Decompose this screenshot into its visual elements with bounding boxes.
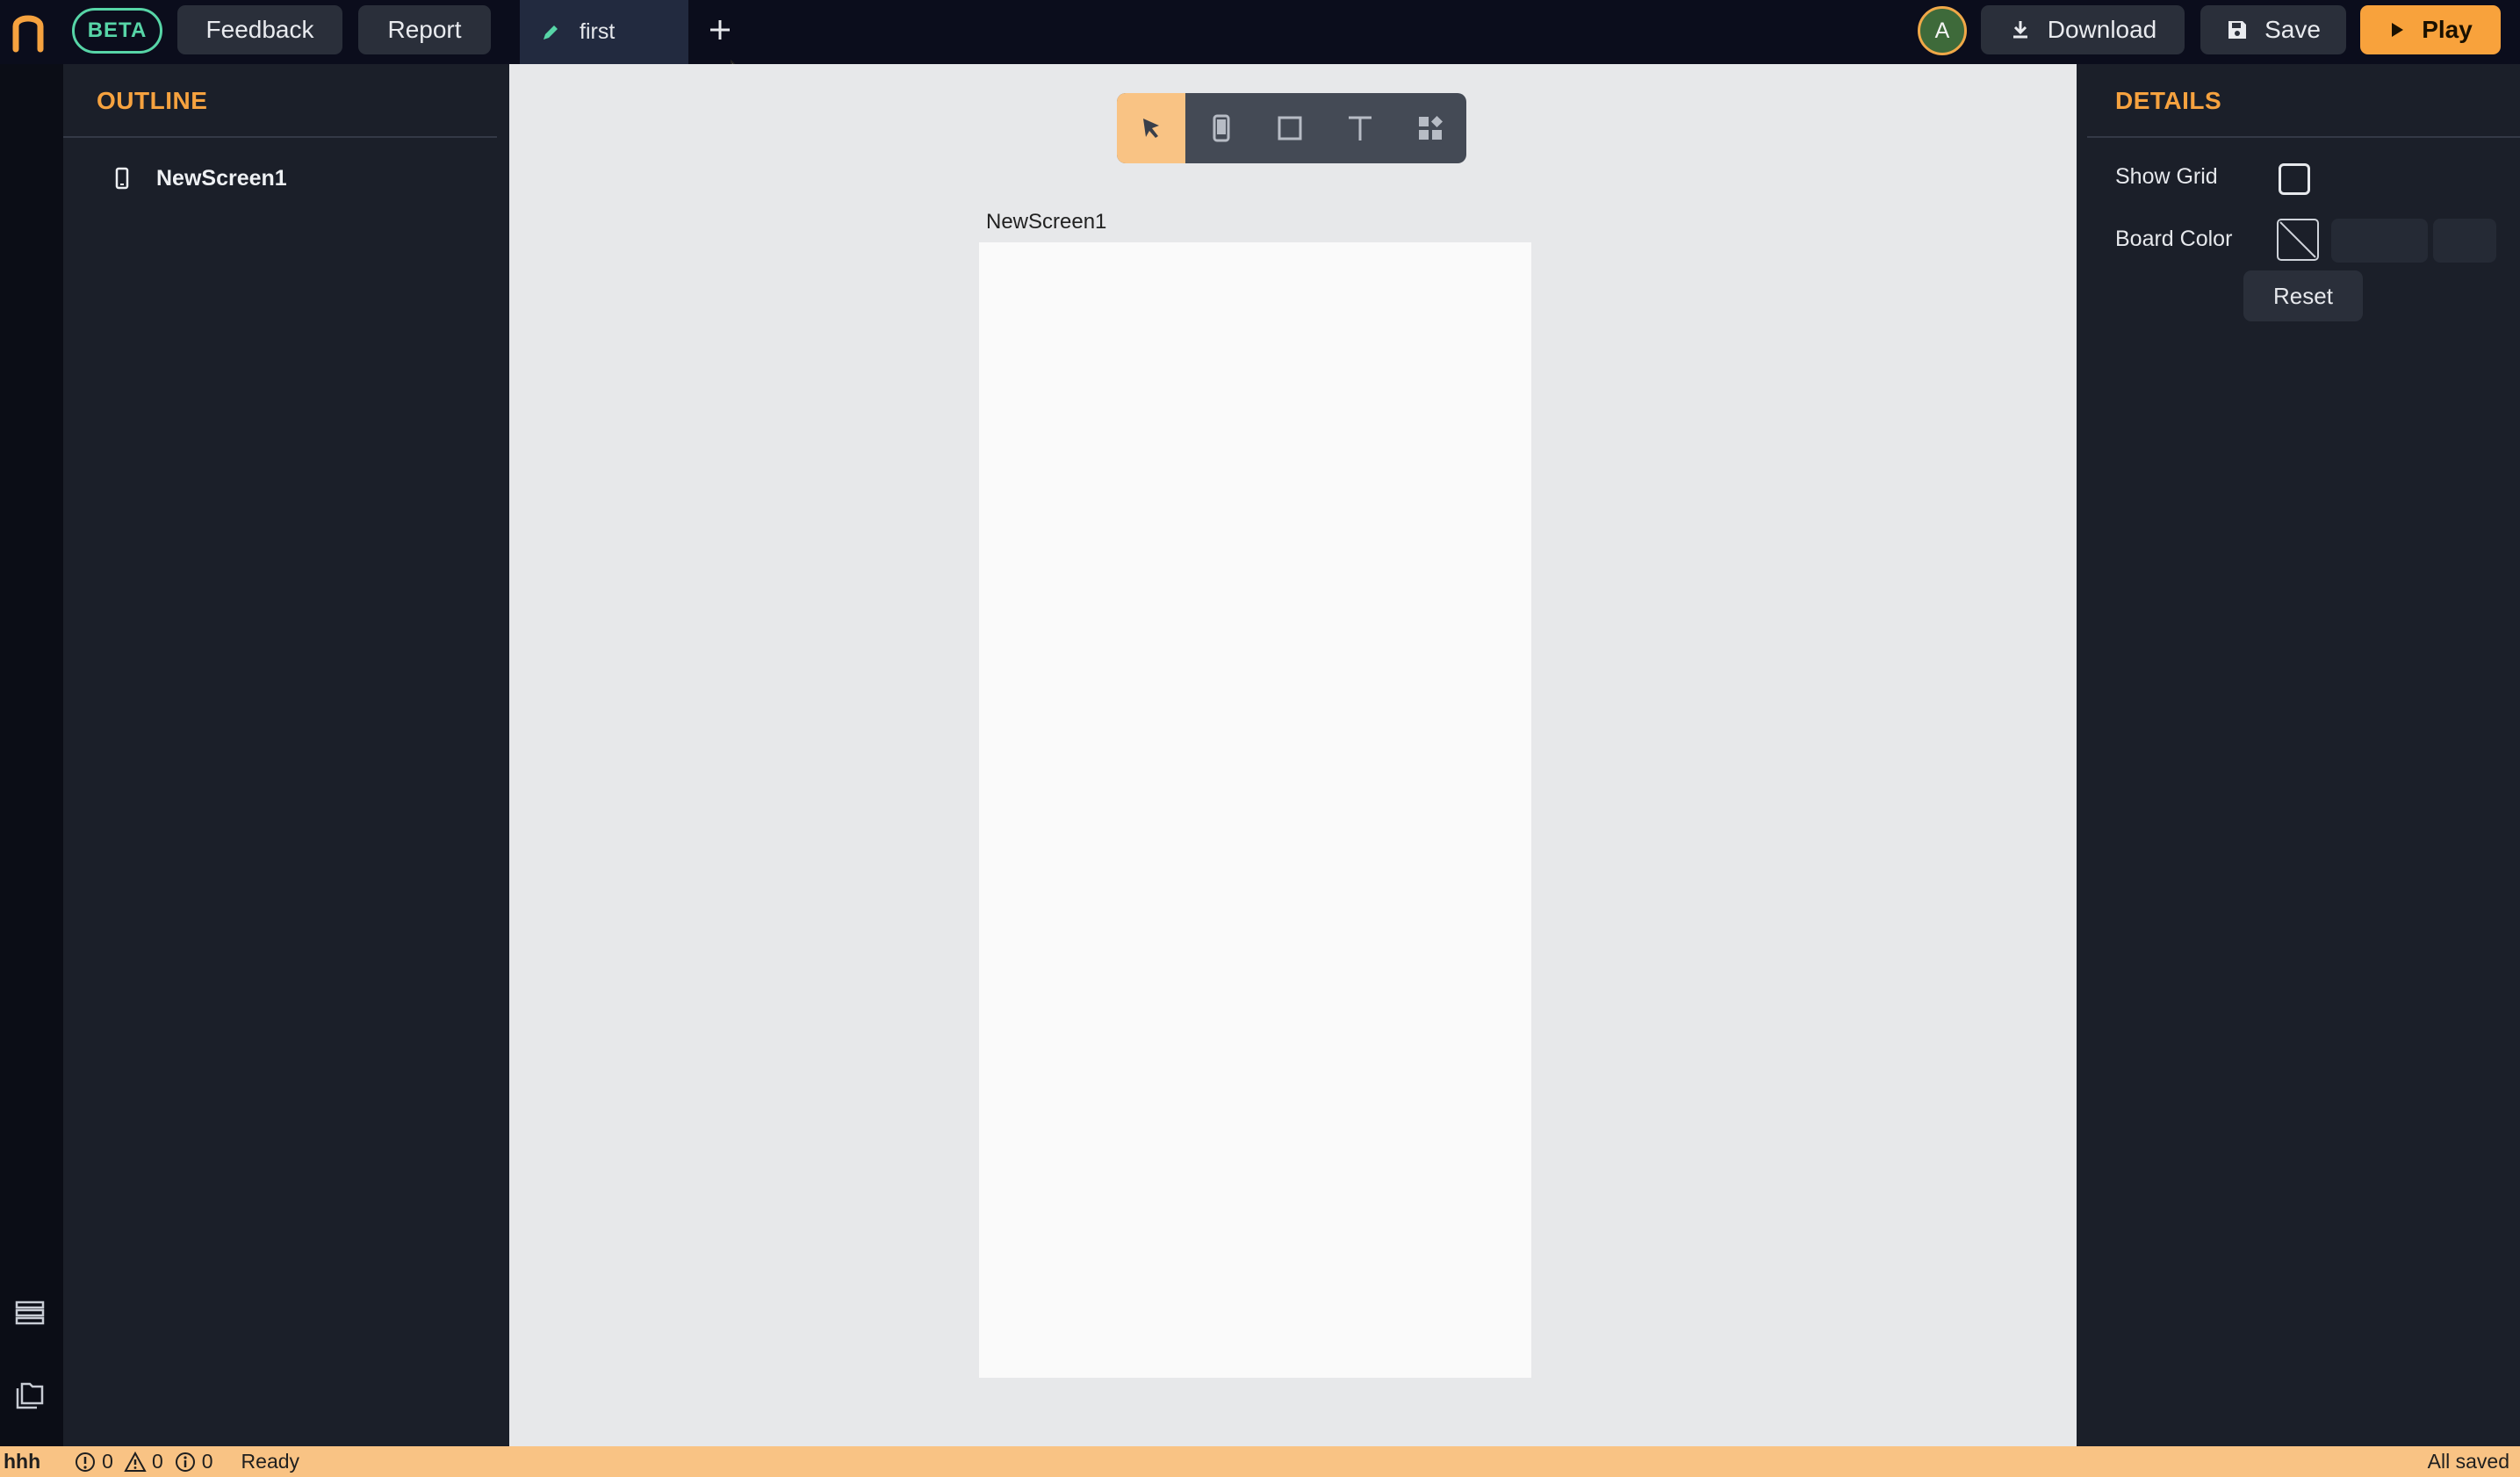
library-icon[interactable] bbox=[14, 1380, 46, 1411]
warning-count[interactable]: 0 bbox=[124, 1450, 174, 1473]
pointer-icon bbox=[1143, 119, 1159, 138]
info-count[interactable]: 0 bbox=[174, 1450, 224, 1473]
download-button[interactable]: Download bbox=[1981, 5, 2185, 54]
warning-count-value: 0 bbox=[151, 1450, 163, 1473]
tab-first[interactable]: first bbox=[520, 0, 688, 64]
board-color-label: Board Color bbox=[2115, 227, 2233, 251]
board-color-swatch[interactable] bbox=[2277, 219, 2319, 261]
status-bar: hhh 0 0 0 Ready All saved bbox=[0, 1446, 2520, 1477]
save-button[interactable]: Save bbox=[2200, 5, 2346, 54]
components-tool-button[interactable] bbox=[1396, 93, 1465, 163]
pencil-icon bbox=[544, 25, 558, 40]
app-logo-icon[interactable] bbox=[11, 11, 46, 53]
play-button[interactable]: Play bbox=[2360, 5, 2501, 54]
error-count-value: 0 bbox=[102, 1450, 113, 1473]
details-divider bbox=[2087, 136, 2520, 138]
rectangle-tool-button[interactable] bbox=[1256, 93, 1324, 163]
error-count[interactable]: 0 bbox=[74, 1450, 124, 1473]
screen-tool-button[interactable] bbox=[1187, 93, 1256, 163]
feedback-button[interactable]: Feedback bbox=[177, 5, 342, 54]
top-bar: BETA Feedback Report first A Download Sa… bbox=[0, 0, 2520, 64]
reset-button[interactable]: Reset bbox=[2243, 270, 2363, 321]
outline-panel: OUTLINE NewScreen1 bbox=[63, 64, 509, 1446]
screen-artboard[interactable] bbox=[979, 242, 1531, 1378]
outline-item-newscreen1[interactable]: NewScreen1 bbox=[112, 161, 287, 196]
report-button[interactable]: Report bbox=[358, 5, 491, 54]
details-title: DETAILS bbox=[2115, 87, 2222, 114]
user-avatar[interactable]: A bbox=[1918, 6, 1967, 55]
phone-icon bbox=[115, 167, 129, 190]
no-color-icon bbox=[2279, 221, 2316, 258]
beta-badge: BETA bbox=[72, 8, 162, 54]
info-icon bbox=[175, 1452, 195, 1472]
save-label: Save bbox=[2264, 16, 2321, 43]
error-icon bbox=[76, 1452, 96, 1472]
warning-icon bbox=[124, 1451, 147, 1472]
add-tab-button[interactable] bbox=[702, 11, 738, 49]
play-label: Play bbox=[2422, 16, 2473, 43]
project-name: hhh bbox=[4, 1450, 41, 1473]
widgets-icon bbox=[1419, 116, 1443, 140]
board-color-hex-field[interactable] bbox=[2331, 219, 2428, 263]
layers-icon[interactable] bbox=[14, 1297, 46, 1329]
download-icon bbox=[2012, 21, 2027, 39]
screen-label[interactable]: NewScreen1 bbox=[986, 210, 1106, 234]
phone-icon bbox=[1213, 114, 1230, 142]
details-panel: DETAILS Show Grid Board Color Reset bbox=[2077, 64, 2520, 1446]
status-text: Ready bbox=[241, 1450, 300, 1473]
show-grid-checkbox[interactable] bbox=[2279, 163, 2310, 195]
info-count-value: 0 bbox=[201, 1450, 213, 1473]
left-rail bbox=[0, 64, 63, 1446]
tab-label: first bbox=[580, 19, 616, 44]
outline-divider bbox=[63, 136, 497, 138]
select-tool-button[interactable] bbox=[1117, 93, 1185, 163]
design-canvas[interactable]: NewScreen1 bbox=[509, 64, 2077, 1446]
board-color-alpha-field[interactable] bbox=[2433, 219, 2496, 263]
outline-title: OUTLINE bbox=[97, 87, 208, 114]
play-icon bbox=[2392, 23, 2404, 37]
show-grid-label: Show Grid bbox=[2115, 164, 2218, 189]
text-icon bbox=[1349, 116, 1372, 140]
download-label: Download bbox=[2047, 16, 2157, 43]
rectangle-icon bbox=[1278, 116, 1302, 140]
save-icon bbox=[2228, 21, 2247, 39]
outline-item-label: NewScreen1 bbox=[156, 165, 287, 191]
canvas-toolbar bbox=[1117, 93, 1466, 163]
save-status: All saved bbox=[2427, 1450, 2509, 1473]
plus-icon bbox=[710, 20, 730, 40]
text-tool-button[interactable] bbox=[1326, 93, 1394, 163]
